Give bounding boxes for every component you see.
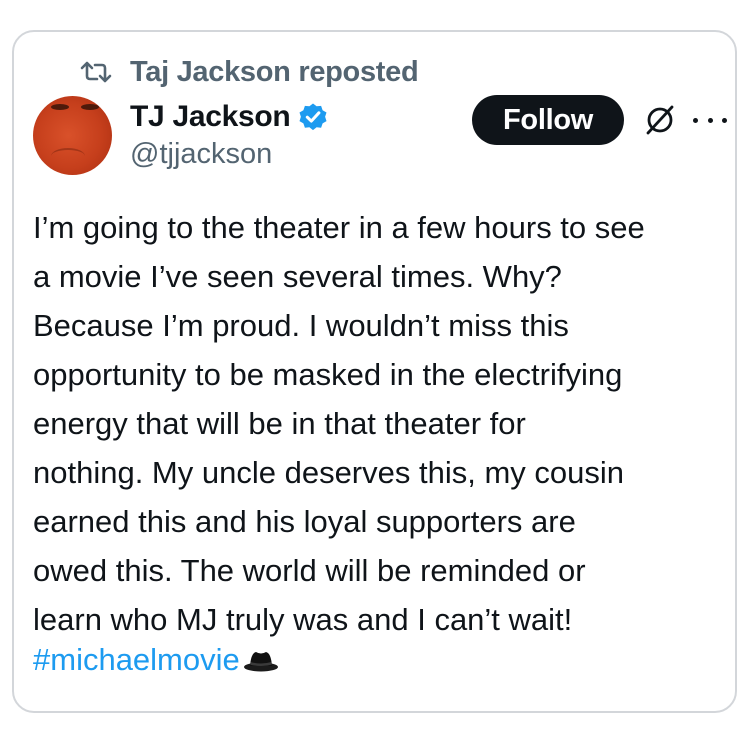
repost-icon: [80, 60, 112, 84]
avatar-detail: [51, 148, 85, 164]
more-dot: [707, 117, 713, 123]
follow-button[interactable]: Follow: [472, 95, 624, 145]
hashtag-row: #michaelmovie: [33, 637, 280, 683]
avatar-detail: [51, 104, 69, 110]
repost-indicator: Taj Jackson reposted: [80, 52, 419, 92]
verified-badge-icon[interactable]: [298, 102, 328, 132]
author-handle[interactable]: @tjjackson: [130, 138, 272, 171]
avatar[interactable]: [33, 96, 112, 175]
hashtag-link[interactable]: #michaelmovie: [33, 642, 240, 678]
author-name[interactable]: TJ Jackson: [130, 100, 291, 134]
more-dot: [693, 117, 698, 123]
fedora-hat-icon: [242, 646, 280, 674]
author-name-row[interactable]: TJ Jackson: [130, 97, 328, 137]
more-icon[interactable]: [693, 108, 727, 132]
repost-text[interactable]: Taj Jackson reposted: [130, 56, 419, 89]
avatar-detail: [81, 104, 99, 110]
more-dot: [722, 117, 727, 123]
grok-icon[interactable]: [644, 104, 676, 136]
tweet-text: I’m going to the theater in a few hours …: [33, 210, 645, 637]
